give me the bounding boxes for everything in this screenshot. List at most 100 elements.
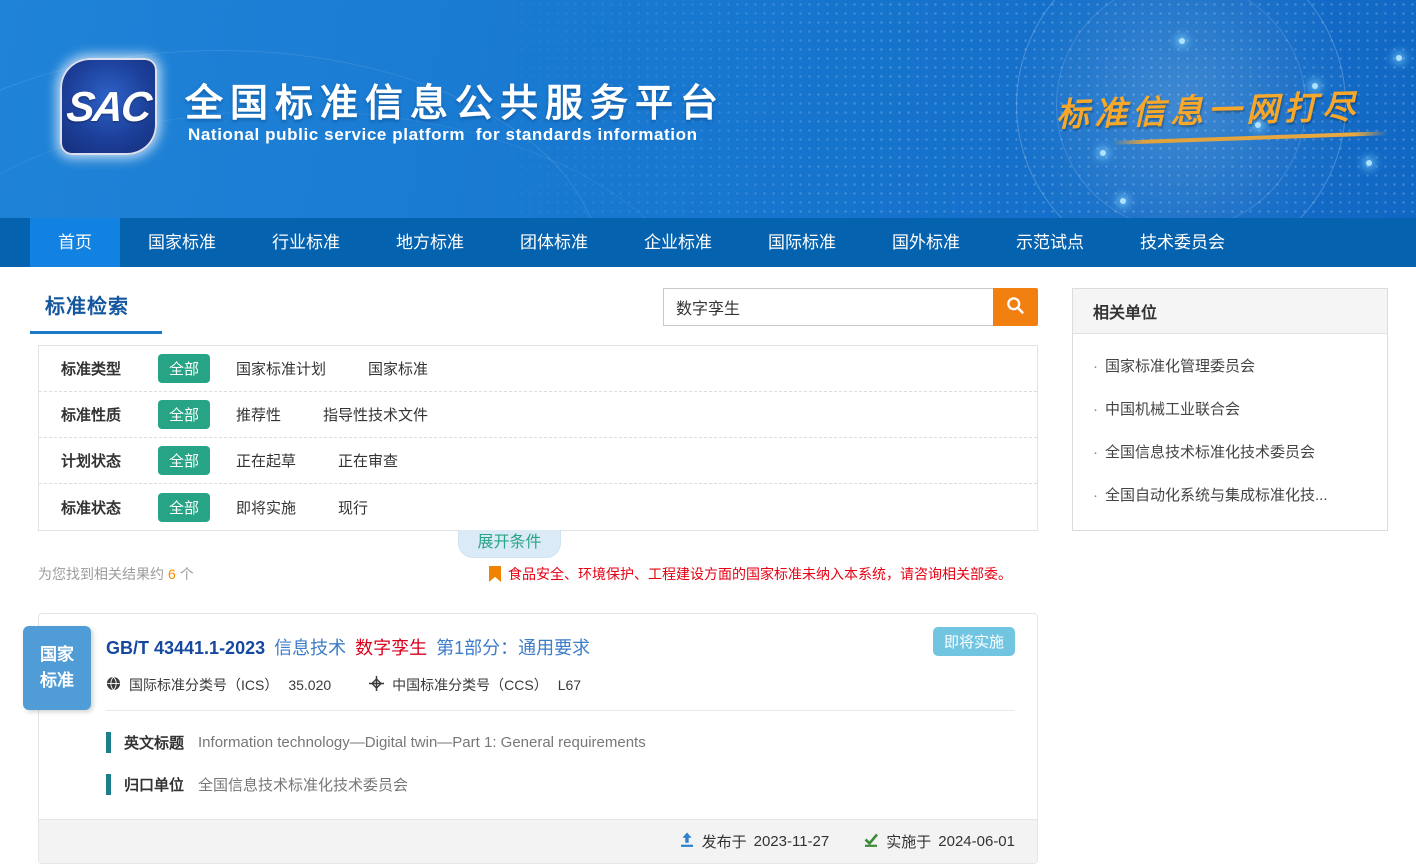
- card-footer: 发布于 2023-11-27 实施于 2024-06-01: [39, 819, 1037, 863]
- filter-all-badge[interactable]: 全部: [158, 446, 210, 475]
- detail-value: Information technology—Digital twin—Part…: [198, 734, 646, 751]
- site-header: SAC 全国标准信息公共服务平台 National public service…: [0, 0, 1416, 218]
- standard-type-badge-line1: 国家: [23, 642, 91, 668]
- filter-option[interactable]: 指导性技术文件: [323, 404, 428, 425]
- filter-label: 标准性质: [61, 404, 158, 425]
- standard-title-suffix: 第1部分：通用要求: [436, 634, 590, 660]
- filter-label: 标准类型: [61, 358, 158, 379]
- results-row: 为您找到相关结果约6个 食品安全、环境保护、工程建设方面的国家标准未纳入本系统，…: [38, 563, 1038, 585]
- filter-all-badge[interactable]: 全部: [158, 400, 210, 429]
- related-units-list: ·国家标准化管理委员会 ·中国机械工业联合会 ·全国信息技术标准化技术委员会 ·…: [1073, 334, 1387, 530]
- nav-item-foreign-standards[interactable]: 国外标准: [864, 218, 988, 267]
- standard-title-highlight: 数字孪生: [355, 634, 427, 660]
- glow-dot: [1120, 198, 1126, 204]
- sidebar-item-automation-systems-committee[interactable]: ·全国自动化系统与集成标准化技...: [1093, 473, 1367, 516]
- nav-item-local-standards[interactable]: 地方标准: [368, 218, 492, 267]
- published-date-item: 发布于 2023-11-27: [679, 831, 830, 852]
- results-count-number: 6: [164, 566, 180, 582]
- results-count: 为您找到相关结果约6个: [38, 564, 194, 584]
- related-units-panel: 相关单位 ·国家标准化管理委员会 ·中国机械工业联合会 ·全国信息技术标准化技术…: [1072, 288, 1388, 531]
- nav-item-technical-committee[interactable]: 技术委员会: [1112, 218, 1253, 267]
- site-title: 全国标准信息公共服务平台: [185, 72, 725, 127]
- search-input[interactable]: [663, 288, 993, 326]
- nav-item-pilot[interactable]: 示范试点: [988, 218, 1112, 267]
- detail-label: 归口单位: [124, 774, 184, 795]
- filter-option[interactable]: 推荐性: [236, 404, 281, 425]
- detail-label: 英文标题: [124, 732, 184, 753]
- bullet-icon: ·: [1093, 444, 1098, 461]
- detail-value: 全国信息技术标准化技术委员会: [198, 774, 408, 795]
- glow-dot: [1179, 38, 1185, 44]
- card-divider: [106, 710, 1015, 711]
- implemented-label: 实施于: [886, 831, 931, 852]
- nav-item-enterprise-standards[interactable]: 企业标准: [616, 218, 740, 267]
- implemented-date: 2024-06-01: [938, 833, 1015, 850]
- ics-group: 国际标准分类号（ICS） 35.020: [106, 675, 331, 695]
- page-title: 标准检索: [45, 290, 129, 319]
- sidebar-item-it-standardization-committee[interactable]: ·全国信息技术标准化技术委员会: [1093, 430, 1367, 473]
- published-date: 2023-11-27: [754, 833, 830, 850]
- english-title-row: 英文标题 Information technology—Digital twin…: [106, 732, 1015, 753]
- filter-label: 标准状态: [61, 497, 158, 518]
- glow-dot: [1366, 160, 1372, 166]
- filter-row-standard-status: 标准状态 全部 即将实施 现行: [39, 484, 1037, 530]
- publish-upload-icon: [679, 832, 695, 852]
- sac-logo-text: SAC: [65, 83, 153, 131]
- standard-title-link[interactable]: GB/T 43441.1-2023 信息技术 数字孪生 第1部分：通用要求: [106, 634, 1015, 660]
- filter-panel: 标准类型 全部 国家标准计划 国家标准 标准性质 全部 推荐性 指导性技术文件 …: [38, 345, 1038, 531]
- search-icon: [1005, 295, 1026, 319]
- nav-item-national-standards[interactable]: 国家标准: [120, 218, 244, 267]
- row-marker-bar: [106, 732, 111, 753]
- sidebar-item-sac[interactable]: ·国家标准化管理委员会: [1093, 344, 1367, 387]
- filter-label: 计划状态: [61, 450, 158, 471]
- sac-logo[interactable]: SAC: [60, 58, 157, 155]
- glow-dot: [1396, 55, 1402, 61]
- glow-dot: [1100, 150, 1106, 156]
- filter-option[interactable]: 现行: [338, 497, 368, 518]
- nav-item-industry-standards[interactable]: 行业标准: [244, 218, 368, 267]
- sidebar-item-machinery-federation[interactable]: ·中国机械工业联合会: [1093, 387, 1367, 430]
- standard-code[interactable]: GB/T 43441.1-2023: [106, 638, 265, 659]
- committee-row: 归口单位 全国信息技术标准化技术委员会: [106, 774, 1015, 795]
- ccs-group: 中国标准分类号（CCS） L67: [369, 675, 581, 695]
- card-body: GB/T 43441.1-2023 信息技术 数字孪生 第1部分：通用要求 国际…: [39, 614, 1037, 795]
- nav-item-home[interactable]: 首页: [30, 218, 120, 267]
- implement-check-icon: [863, 832, 879, 852]
- implemented-date-item: 实施于 2024-06-01: [863, 831, 1015, 852]
- notice: 食品安全、环境保护、工程建设方面的国家标准未纳入本系统，请咨询相关部委。: [489, 564, 1012, 584]
- standard-type-badge-line2: 标准: [23, 668, 91, 694]
- expand-conditions-button[interactable]: 展开条件: [458, 530, 561, 558]
- bullet-icon: ·: [1093, 487, 1098, 504]
- filter-option[interactable]: 国家标准: [368, 358, 428, 379]
- search-button[interactable]: [993, 288, 1038, 326]
- ccs-value: L67: [558, 677, 581, 693]
- ccs-label: 中国标准分类号（CCS）: [392, 675, 548, 695]
- classification-row: 国际标准分类号（ICS） 35.020 中国标准分类号（CCS） L67: [106, 675, 1015, 695]
- filter-row-standard-nature: 标准性质 全部 推荐性 指导性技术文件: [39, 392, 1037, 438]
- related-units-title: 相关单位: [1073, 289, 1387, 334]
- filter-option[interactable]: 正在起草: [236, 450, 296, 471]
- row-marker-bar: [106, 774, 111, 795]
- nav-item-group-standards[interactable]: 团体标准: [492, 218, 616, 267]
- standard-type-badge: 国家 标准: [23, 626, 91, 710]
- ics-label: 国际标准分类号（ICS）: [129, 675, 278, 695]
- title-underline-decoration: [30, 331, 162, 334]
- search-bar: [663, 288, 1038, 326]
- nav-item-international-standards[interactable]: 国际标准: [740, 218, 864, 267]
- filter-option[interactable]: 正在审查: [338, 450, 398, 471]
- main-navigation: 首页 国家标准 行业标准 地方标准 团体标准 企业标准 国际标准 国外标准 示范…: [0, 218, 1416, 267]
- published-label: 发布于: [702, 831, 747, 852]
- filter-row-standard-type: 标准类型 全部 国家标准计划 国家标准: [39, 346, 1037, 392]
- main-content: 标准检索 标准类型 全部 国家标准计划 国家标准 标准性: [38, 267, 1038, 864]
- site-subtitle: National public service platform for sta…: [188, 125, 698, 145]
- compass-icon: [369, 676, 384, 694]
- status-badge: 即将实施: [933, 627, 1015, 656]
- filter-option[interactable]: 即将实施: [236, 497, 296, 518]
- bullet-icon: ·: [1093, 401, 1098, 418]
- globe-icon: [106, 676, 121, 694]
- filter-option[interactable]: 国家标准计划: [236, 358, 326, 379]
- filter-all-badge[interactable]: 全部: [158, 493, 210, 522]
- filter-all-badge[interactable]: 全部: [158, 354, 210, 383]
- filter-row-plan-status: 计划状态 全部 正在起草 正在审查: [39, 438, 1037, 484]
- search-section-head: 标准检索: [38, 267, 1038, 345]
